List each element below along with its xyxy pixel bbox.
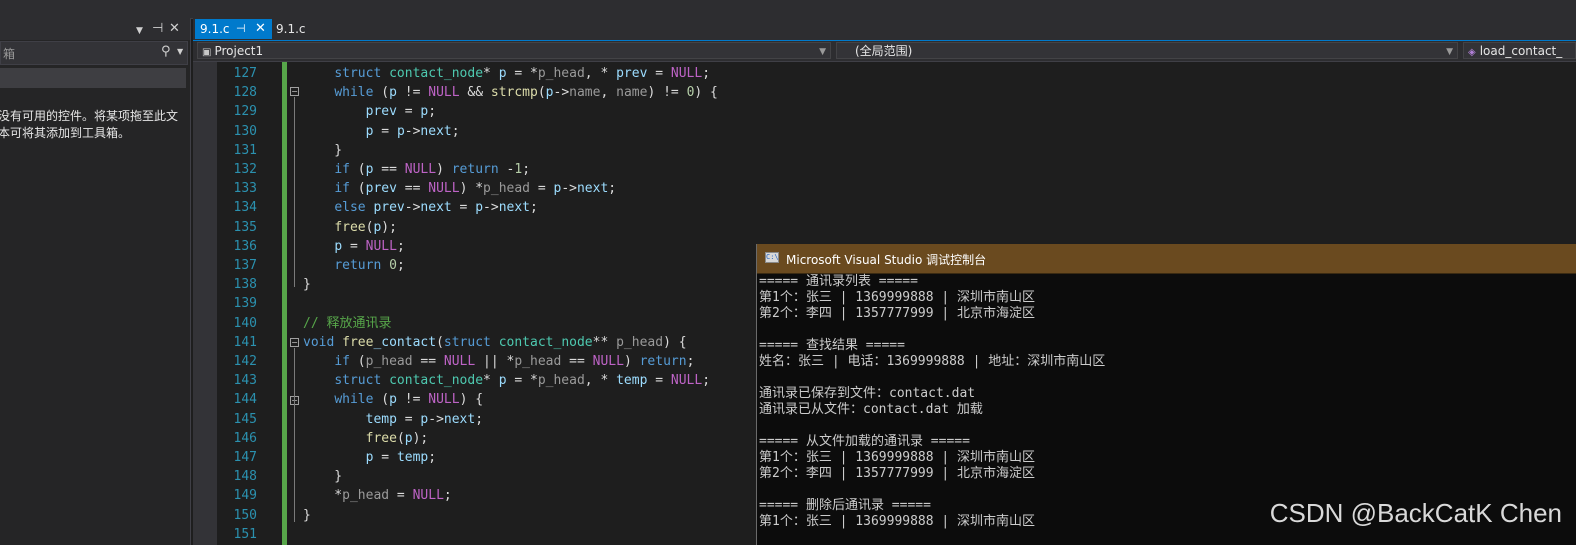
tab-9-1-c-active[interactable]: 9.1.c ⊣ ✕ (195, 19, 272, 39)
line-number: 140 (233, 315, 257, 331)
code-line[interactable]: p = temp; (303, 448, 436, 467)
code-line[interactable]: free(p); (303, 218, 397, 237)
pin-icon[interactable]: ⊣ (152, 20, 163, 38)
chevron-down-icon[interactable]: ▼ (136, 22, 143, 40)
scope-dropdown[interactable]: (全局范围) ▼ (836, 42, 1458, 59)
code-line[interactable]: free(p); (303, 429, 429, 448)
line-number: 135 (233, 219, 257, 235)
toolbox-panel: ▼ ⊣ ✕ 箱 ⚲ ▼ 没有可用的控件。将某项拖至此文 本可将其添加到工具箱。 (0, 18, 191, 545)
console-line: ===== 查找结果 ===== (759, 338, 905, 353)
console-line: 通讯录已从文件：contact.dat 加载 (759, 402, 983, 417)
toolbox-search-input[interactable]: 箱 ⚲ ▼ (0, 41, 188, 65)
code-line[interactable]: prev = p; (303, 102, 436, 121)
code-line[interactable]: temp = p->next; (303, 410, 483, 429)
console-line: 第1个：张三 | 1369999888 | 深圳市南山区 (759, 290, 1036, 305)
toolbox-search-placeholder: 箱 (3, 47, 16, 61)
member-label: load_contact_ (1479, 44, 1563, 58)
toolbox-header: ▼ ⊣ ✕ (0, 18, 190, 40)
code-line[interactable]: } (303, 467, 342, 486)
chevron-down-icon: ▼ (819, 47, 826, 57)
line-number: 150 (233, 507, 257, 523)
line-number: 131 (233, 142, 257, 158)
console-app-icon: C:\ (765, 252, 779, 263)
close-icon[interactable]: ✕ (169, 20, 180, 38)
line-number: 137 (233, 258, 257, 273)
code-line[interactable]: // 释放通讯录 (303, 314, 391, 333)
console-line: 通讯录已保存到文件：contact.dat (759, 386, 976, 401)
code-line[interactable]: else prev->next = p->next; (303, 198, 538, 217)
project-dropdown[interactable]: ▣ Project1 ▼ (197, 42, 831, 59)
scope-label: (全局范围) (855, 44, 913, 58)
console-line: 第1个：张三 | 1369999888 | 深圳市南山区 (759, 450, 1036, 465)
close-icon[interactable]: ✕ (255, 21, 266, 36)
code-line[interactable]: p = NULL; (303, 237, 404, 256)
line-number: 139 (233, 296, 257, 312)
line-number: 143 (233, 373, 257, 389)
tab-label: 9.1.c (200, 22, 230, 36)
line-number: 129 (233, 104, 257, 120)
code-line[interactable]: struct contact_node* p = *p_head, * prev… (303, 64, 710, 83)
change-tracking-bar (282, 62, 287, 545)
line-number: 149 (233, 488, 257, 504)
watermark: CSDN @BackCatK Chen (1269, 498, 1562, 528)
console-title: Microsoft Visual Studio 调试控制台 (786, 253, 987, 267)
code-line[interactable]: } (303, 506, 311, 525)
toolbox-empty-message: 没有可用的控件。将某项拖至此文 本可将其添加到工具箱。 (0, 109, 179, 140)
code-line[interactable]: if (p == NULL) return -1; (303, 160, 530, 179)
toolbox-section[interactable] (0, 68, 186, 88)
navigation-bar: ▣ Project1 ▼ (全局范围) ▼ ◈ load_contact_ (193, 41, 1576, 62)
document-tab-strip (193, 18, 1576, 42)
console-line: 第2个：李四 | 1357777999 | 北京市海淀区 (759, 466, 1036, 481)
ide-top-strip (0, 0, 1576, 19)
console-line: 第2个：李四 | 1357777999 | 北京市海淀区 (759, 306, 1036, 321)
line-number: 134 (233, 200, 257, 216)
line-number: 148 (233, 469, 257, 485)
fold-guide (294, 97, 295, 287)
editor-margin (193, 62, 217, 545)
line-number: 138 (233, 277, 257, 293)
code-line[interactable]: struct contact_node* p = *p_head, * temp… (303, 371, 710, 390)
line-number: 142 (233, 354, 257, 369)
console-title-bar[interactable]: C:\ Microsoft Visual Studio 调试控制台 (757, 244, 1576, 274)
line-number: 141 (233, 334, 257, 350)
line-number: 146 (233, 430, 257, 446)
code-line[interactable]: if (p_head == NULL || *p_head == NULL) r… (303, 352, 694, 371)
search-options-icon[interactable]: ▼ (177, 47, 183, 56)
search-icon[interactable]: ⚲ (161, 44, 171, 59)
console-line: ===== 删除后通讯录 ===== (759, 498, 931, 513)
console-line: ===== 通讯录列表 ===== (759, 274, 918, 289)
fold-guide (294, 348, 295, 522)
chevron-down-icon: ▼ (1446, 47, 1453, 57)
collapse-icon[interactable]: − (290, 87, 299, 96)
console-line: ===== 从文件加载的通讯录 ===== (759, 434, 970, 449)
console-line: 姓名：张三 | 电话：1369999888 | 地址：深圳市南山区 (759, 354, 1106, 369)
code-line[interactable]: } (303, 275, 311, 294)
console-line: 第1个：张三 | 1369999888 | 深圳市南山区 (759, 514, 1036, 529)
tab-label: 9.1.c (276, 22, 306, 36)
pin-icon[interactable]: ⊣ (236, 22, 246, 35)
line-number: 151 (233, 526, 257, 542)
line-number: 128 (233, 85, 257, 101)
project-label: Project1 (214, 44, 264, 58)
code-line[interactable]: while (p != NULL && strcmp(p->name, name… (303, 83, 718, 102)
line-number: 130 (233, 123, 257, 139)
code-line[interactable]: if (prev == NULL) *p_head = p->next; (303, 179, 616, 198)
code-line[interactable]: } (303, 141, 342, 160)
code-line[interactable]: while (p != NULL) { (303, 390, 483, 409)
code-line[interactable]: p = p->next; (303, 122, 460, 141)
line-number: 132 (233, 162, 257, 177)
project-icon: ▣ (202, 47, 212, 58)
code-line[interactable]: return 0; (303, 256, 404, 275)
line-number: 127 (233, 66, 257, 81)
line-number: 147 (233, 450, 257, 465)
line-number: 144 (233, 392, 257, 408)
member-dropdown[interactable]: ◈ load_contact_ (1463, 42, 1576, 59)
code-line[interactable]: *p_head = NULL; (303, 486, 451, 505)
collapse-icon[interactable]: − (290, 338, 299, 347)
line-number: 133 (233, 181, 257, 197)
function-icon: ◈ (1468, 47, 1476, 58)
code-line[interactable]: void free_contact(struct contact_node** … (303, 333, 687, 352)
line-number: 136 (233, 238, 257, 254)
line-number: 145 (233, 411, 257, 427)
